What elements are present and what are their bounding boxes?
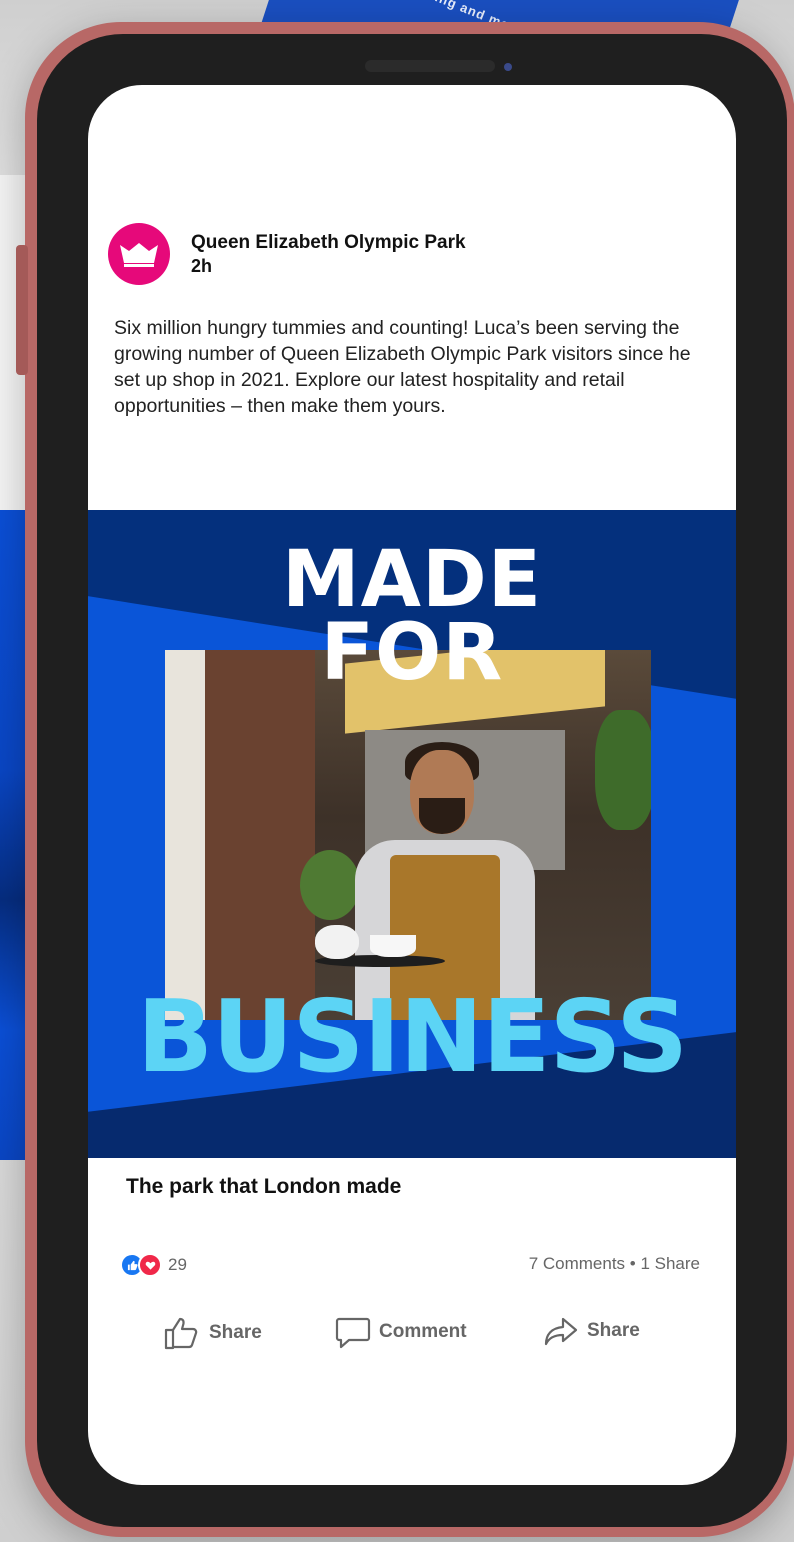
post-creative-image[interactable]: MADE FOR BUSINESS xyxy=(88,510,736,1158)
post-actions: Share Comment Share xyxy=(88,1315,736,1365)
like-button-label: Share xyxy=(209,1322,262,1343)
phone-screen: Queen Elizabeth Olympic Park 2h Six mill… xyxy=(88,85,736,1485)
share-button[interactable]: Share xyxy=(543,1315,640,1347)
comment-icon xyxy=(335,1317,371,1349)
love-reaction-icon xyxy=(138,1253,162,1277)
crown-logo-icon xyxy=(120,243,158,267)
page-name[interactable]: Queen Elizabeth Olympic Park xyxy=(191,232,466,254)
post-text: Six million hungry tummies and counting!… xyxy=(114,317,691,417)
post-time[interactable]: 2h xyxy=(191,256,212,277)
phone-camera xyxy=(504,63,512,71)
creative-photo xyxy=(165,650,651,1020)
share-arrow-icon xyxy=(544,1317,578,1346)
comment-button[interactable]: Comment xyxy=(335,1315,467,1349)
reactions-summary[interactable]: 29 xyxy=(120,1253,187,1277)
engagement-summary[interactable]: 7 Comments • 1 Share xyxy=(529,1254,700,1274)
phone-speaker xyxy=(365,60,495,72)
thumbs-up-icon xyxy=(164,1317,198,1350)
creative-headline-for: FOR xyxy=(320,608,504,698)
page-avatar[interactable] xyxy=(108,223,170,285)
comment-button-label: Comment xyxy=(379,1321,467,1342)
share-button-label: Share xyxy=(587,1320,640,1341)
phone-side-button xyxy=(16,245,28,375)
creative-headline-business: BUSINESS xyxy=(136,978,688,1095)
reaction-count: 29 xyxy=(168,1255,187,1274)
like-button[interactable]: Share xyxy=(163,1315,262,1351)
link-caption[interactable]: The park that London made xyxy=(126,1175,401,1199)
